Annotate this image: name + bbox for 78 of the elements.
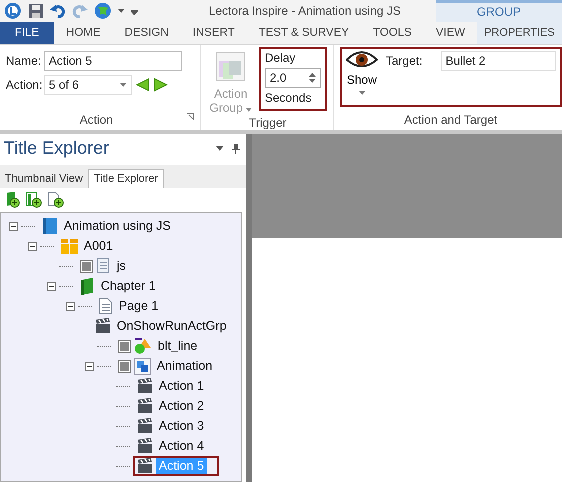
clapperboard-icon <box>137 398 153 414</box>
dropdown-arrow-icon[interactable] <box>118 9 125 13</box>
globe-icon[interactable] <box>94 2 112 20</box>
tree-item[interactable]: Action 4 <box>156 438 208 454</box>
visibility-box-icon[interactable] <box>118 360 131 372</box>
panel-tab[interactable]: Thumbnail View <box>0 169 88 188</box>
seconds-label: Seconds <box>265 91 313 105</box>
ribbon-tab[interactable]: INSERT <box>180 22 247 44</box>
previous-arrow-icon[interactable] <box>136 78 150 92</box>
folder-grid-icon <box>61 238 78 254</box>
dropdown-arrow-icon[interactable] <box>120 83 127 87</box>
tree-item[interactable]: OnShowRunActGrp <box>114 318 230 334</box>
tree-item[interactable]: Page 1 <box>116 298 162 314</box>
next-arrow-icon[interactable] <box>154 78 168 92</box>
visibility-box-icon[interactable] <box>118 340 131 352</box>
eye-icon <box>346 51 378 69</box>
action-group-icon <box>215 51 247 83</box>
name-field[interactable]: Action 5 <box>44 51 182 71</box>
collapse-toggle[interactable] <box>85 362 94 370</box>
ribbon-tab[interactable]: DESIGN <box>112 22 181 44</box>
clapperboard-icon <box>137 418 153 434</box>
context-tab-group-label: GROUP <box>436 0 562 22</box>
collapse-toggle[interactable] <box>28 242 37 250</box>
tree-item[interactable]: Chapter 1 <box>98 278 159 294</box>
group-label: Action <box>78 113 114 127</box>
app-logo-icon[interactable] <box>4 2 22 20</box>
ribbon-tab[interactable]: TOOLS <box>361 22 424 44</box>
window-title: Lectora Inspire - Animation using JS <box>208 4 402 18</box>
dropdown-arrow-icon <box>358 91 366 95</box>
collapse-toggle[interactable] <box>47 282 56 290</box>
chapter-book-icon <box>80 278 95 294</box>
tree-item[interactable]: A001 <box>81 238 116 254</box>
tree-item[interactable]: Animation <box>154 358 216 374</box>
dropdown-arrow-icon[interactable] <box>216 146 224 151</box>
add-page-icon[interactable] <box>48 192 64 208</box>
collapse-toggle[interactable] <box>66 302 75 310</box>
target-field[interactable]: Bullet 2 <box>440 51 556 71</box>
action-dropdown[interactable]: 5 of 6 <box>44 75 132 95</box>
target-label: Target: <box>386 53 423 70</box>
visibility-box-icon[interactable] <box>80 260 93 272</box>
ribbon-tab[interactable]: HOME <box>54 22 113 44</box>
add-chapter-icon[interactable] <box>4 192 20 208</box>
tree-item[interactable]: Animation using JS <box>61 218 174 234</box>
undo-icon[interactable] <box>50 3 66 19</box>
clapperboard-icon <box>137 378 153 394</box>
ribbon-tab[interactable]: FILE <box>0 22 54 44</box>
clapperboard-icon <box>137 438 153 454</box>
group-label: Action and Target <box>403 113 499 129</box>
tree-item[interactable]: Action 2 <box>156 398 208 414</box>
ribbon-tab[interactable]: VIEW <box>424 22 478 44</box>
tree-item[interactable]: blt_line <box>155 338 201 354</box>
action-label: Action: <box>6 78 40 92</box>
group-label: Trigger <box>248 116 288 132</box>
shapes-icon <box>134 338 152 354</box>
book-icon <box>42 217 58 235</box>
name-label: Name: <box>6 54 40 68</box>
ribbon-tab[interactable]: TEST & SURVEY <box>246 22 362 44</box>
panel-title: Title Explorer <box>4 138 110 159</box>
customize-icon[interactable] <box>131 8 138 14</box>
tree-item[interactable]: Action 3 <box>156 418 208 434</box>
scroll-icon <box>96 258 111 274</box>
add-section-icon[interactable] <box>26 192 42 208</box>
dialog-launcher-icon[interactable] <box>187 113 194 120</box>
ribbon-tab[interactable]: PROPERTIES <box>477 22 562 44</box>
show-button[interactable]: Show <box>346 51 378 103</box>
delay-spinner[interactable]: 2.0 <box>265 68 321 88</box>
pin-icon[interactable] <box>232 144 240 154</box>
clapperboard-icon <box>137 458 153 474</box>
delay-label: Delay <box>265 51 297 65</box>
page-icon <box>99 298 113 314</box>
tree-item[interactable]: js <box>114 258 130 274</box>
collapse-toggle[interactable] <box>9 222 18 230</box>
dropdown-arrow-icon <box>246 108 252 112</box>
group-icon <box>134 358 151 374</box>
panel-tab[interactable]: Title Explorer <box>88 169 164 188</box>
clapperboard-icon <box>95 318 111 334</box>
save-icon[interactable] <box>28 3 44 19</box>
tree-item[interactable]: Action 1 <box>156 378 208 394</box>
